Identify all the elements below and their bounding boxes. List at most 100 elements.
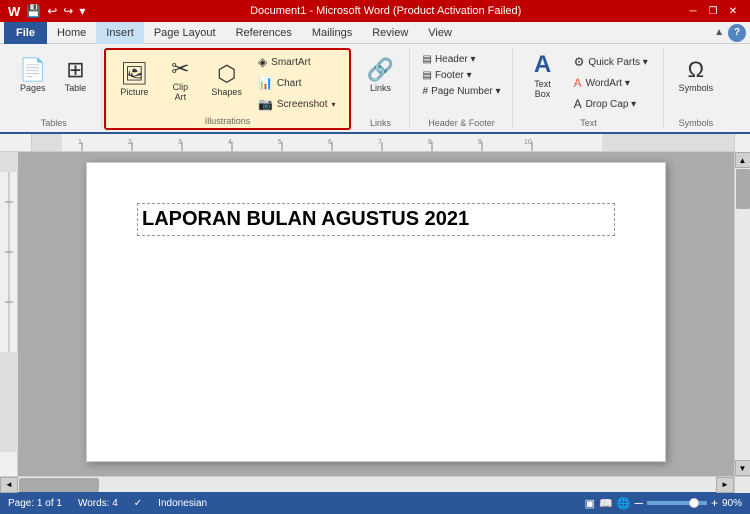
page-layout-menu[interactable]: Page Layout: [144, 22, 226, 44]
page-indicator: Page: 1 of 1: [8, 498, 62, 509]
clip-art-icon: ✂: [171, 58, 189, 80]
links-label: Links: [370, 83, 391, 93]
svg-text:9: 9: [478, 139, 482, 146]
pages-button[interactable]: 📄 Pages: [12, 48, 53, 104]
screenshot-button[interactable]: 📷 Screenshot ▾: [251, 94, 343, 114]
ribbon-group-tables: 📄 Pages ⊞ Table Tables: [6, 48, 102, 128]
svg-text:2: 2: [128, 139, 132, 146]
scroll-down-button[interactable]: ▼: [735, 460, 750, 476]
scroll-right-button[interactable]: ►: [716, 477, 734, 493]
ribbon-group-illustrations: 🖼 Picture ✂ ClipArt ⬡ Shapes ◈ SmartArt …: [104, 48, 350, 130]
document-area: ▲ ▼: [0, 152, 750, 476]
scroll-track[interactable]: [735, 168, 750, 460]
svg-text:3: 3: [178, 139, 182, 146]
file-menu[interactable]: File: [4, 22, 47, 44]
window-controls: ─ ❐ ✕: [684, 3, 742, 19]
view-menu[interactable]: View: [418, 22, 462, 44]
status-left: Page: 1 of 1 Words: 4 ✓ Indonesian: [8, 498, 207, 509]
scroll-area[interactable]: [18, 152, 734, 476]
picture-icon: 🖼: [120, 63, 148, 85]
ruler-area: // We'll draw ticks via CSS trick — just…: [0, 134, 750, 152]
quick-access-toolbar: 💾 ↩ ↪ ▾: [24, 4, 87, 18]
ribbon-group-text: A TextBox ⚙ Quick Parts ▾ A WordArt ▾ A …: [515, 48, 664, 128]
pages-icon: 📄: [19, 59, 46, 81]
drop-cap-button[interactable]: A Drop Cap ▾: [567, 94, 657, 114]
redo-btn[interactable]: ↪: [61, 4, 75, 18]
ribbon-collapse-btn[interactable]: ▲: [714, 27, 724, 38]
quick-parts-label: Quick Parts ▾: [588, 57, 647, 68]
mailings-menu[interactable]: Mailings: [302, 22, 362, 44]
text-box-label: TextBox: [534, 79, 551, 99]
language-indicator: Indonesian: [158, 498, 207, 509]
zoom-slider[interactable]: [647, 501, 707, 505]
shapes-icon: ⬡: [217, 63, 236, 85]
svg-text:6: 6: [328, 139, 332, 146]
text-box-icon: A: [534, 53, 551, 77]
horizontal-ruler: // We'll draw ticks via CSS trick — just…: [32, 134, 734, 152]
chart-button[interactable]: 📊 Chart: [251, 73, 343, 93]
header-button[interactable]: ▤ Header ▾: [418, 52, 506, 67]
minimize-button[interactable]: ─: [684, 3, 702, 19]
references-menu[interactable]: References: [226, 22, 302, 44]
insert-menu[interactable]: Insert: [96, 22, 144, 44]
undo-btn[interactable]: ↩: [45, 4, 59, 18]
zoom-level: 90%: [722, 498, 742, 509]
shapes-label: Shapes: [211, 87, 242, 97]
links-button[interactable]: 🔗 Links: [359, 48, 403, 104]
table-label: Table: [65, 83, 87, 93]
scroll-left-button[interactable]: ◄: [0, 477, 18, 493]
help-button[interactable]: ?: [728, 24, 746, 42]
wordart-button[interactable]: A WordArt ▾: [567, 73, 657, 93]
wordart-icon: A: [574, 76, 582, 90]
save-btn[interactable]: 💾: [24, 4, 43, 18]
spell-check-icon: ✓: [134, 498, 142, 509]
symbols-icon: Ω: [688, 59, 704, 81]
horizontal-scrollbar[interactable]: ◄ ►: [0, 476, 750, 492]
h-scroll-thumb[interactable]: [19, 478, 99, 492]
ribbon-group-symbols: Ω Symbols Symbols: [666, 48, 727, 128]
view-reading-icon[interactable]: 📖: [599, 497, 613, 510]
illustrations-small-buttons: ◈ SmartArt 📊 Chart 📷 Screenshot ▾: [251, 52, 343, 114]
shapes-button[interactable]: ⬡ Shapes: [204, 52, 249, 108]
status-right: ▣ 📖 🌐 ─ + 90%: [585, 496, 742, 510]
view-normal-icon[interactable]: ▣: [585, 497, 595, 510]
links-icon: 🔗: [367, 59, 394, 81]
scroll-thumb[interactable]: [736, 169, 750, 209]
close-button[interactable]: ✕: [724, 3, 742, 19]
vertical-scrollbar[interactable]: ▲ ▼: [734, 152, 750, 476]
picture-button[interactable]: 🖼 Picture: [112, 52, 156, 108]
smartart-button[interactable]: ◈ SmartArt: [251, 52, 343, 72]
view-web-icon[interactable]: 🌐: [617, 497, 631, 510]
h-scroll-track[interactable]: [18, 477, 716, 493]
tables-group-label: Tables: [41, 116, 67, 128]
customize-btn[interactable]: ▾: [77, 4, 87, 18]
zoom-in-button[interactable]: +: [711, 496, 718, 510]
clip-art-button[interactable]: ✂ ClipArt: [158, 52, 202, 108]
text-box-button[interactable]: A TextBox: [521, 48, 565, 104]
quick-parts-button[interactable]: ⚙ Quick Parts ▾: [567, 52, 657, 72]
ruler-corner: [0, 134, 32, 152]
scroll-up-button[interactable]: ▲: [735, 152, 750, 168]
smartart-icon: ◈: [258, 55, 267, 69]
footer-icon: ▤: [423, 70, 432, 81]
wordart-label: WordArt ▾: [586, 78, 630, 89]
table-button[interactable]: ⊞ Table: [55, 48, 95, 104]
footer-button[interactable]: ▤ Footer ▾: [418, 68, 506, 83]
links-buttons: 🔗 Links: [359, 48, 403, 104]
symbols-button[interactable]: Ω Symbols: [672, 48, 721, 104]
zoom-out-button[interactable]: ─: [634, 496, 643, 510]
title-bar-title: Document1 - Microsoft Word (Product Acti…: [87, 5, 684, 17]
page-number-button[interactable]: # Page Number ▾: [418, 84, 506, 99]
page-number-label: Page Number ▾: [431, 86, 501, 97]
clip-art-label: ClipArt: [173, 82, 189, 102]
word-count: Words: 4: [78, 498, 118, 509]
document-title-input[interactable]: [137, 203, 615, 236]
screenshot-dropdown-icon: ▾: [331, 100, 335, 109]
document-page: [86, 162, 666, 462]
restore-button[interactable]: ❐: [704, 3, 722, 19]
ribbon-group-header-footer: ▤ Header ▾ ▤ Footer ▾ # Page Number ▾ He…: [412, 48, 513, 128]
home-menu[interactable]: Home: [47, 22, 96, 44]
review-menu[interactable]: Review: [362, 22, 418, 44]
svg-text:5: 5: [278, 139, 282, 146]
picture-label: Picture: [120, 87, 148, 97]
